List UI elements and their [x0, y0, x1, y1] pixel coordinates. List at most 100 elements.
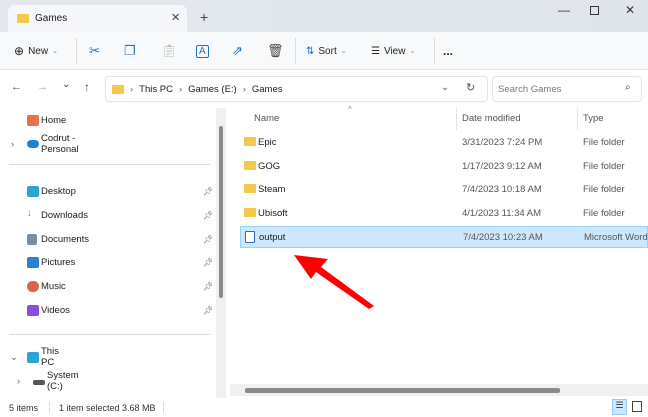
cloud-icon	[27, 140, 39, 148]
pin-icon[interactable]: 📌︎	[203, 187, 213, 196]
maximize-button[interactable]	[590, 6, 599, 15]
breadcrumb-games[interactable]: Games	[252, 84, 283, 95]
scissors-icon: ✂	[89, 43, 100, 58]
desktop-icon	[27, 185, 39, 197]
divider	[76, 38, 77, 64]
chevron-right-icon[interactable]: ›	[17, 376, 20, 387]
sort-button[interactable]: ⇅ Sort ⌄	[306, 32, 347, 70]
file-type: File folder	[583, 160, 625, 172]
refresh-icon[interactable]: ↻	[466, 81, 475, 94]
rename-icon: A	[196, 44, 209, 58]
drive-icon	[33, 380, 45, 385]
nav-scrollbar[interactable]	[216, 108, 226, 398]
nav-label: Downloads	[41, 209, 88, 221]
view-list-icon: ☰	[371, 45, 380, 57]
command-bar: ⊕ New ⌄ ✂ ❐ 📋︎ A ⇗ 🗑︎ ⇅ Sort ⌄ ☰ View ⌄ ...	[0, 32, 648, 70]
address-dropdown-icon[interactable]: ⌄	[441, 82, 449, 93]
navigation-pane: Home › Codrut - Personal Desktop 📌︎ ↓ Downl…	[0, 108, 216, 398]
pin-icon[interactable]: 📌︎	[203, 258, 213, 267]
breadcrumb-games-drive[interactable]: Games (E:)	[188, 84, 237, 95]
more-options-button[interactable]: ...	[443, 32, 453, 70]
search-icon[interactable]: ⌕	[625, 82, 631, 93]
item-count: 5 items	[9, 403, 39, 413]
annotation-arrow-shape	[294, 255, 374, 309]
divider	[434, 38, 435, 64]
new-tab-button[interactable]: +	[200, 9, 208, 25]
file-list-header: ^ Name Date modified Type	[230, 105, 648, 130]
cut-button[interactable]: ✂	[89, 32, 100, 70]
word-document-icon	[245, 231, 255, 243]
home-icon	[27, 114, 39, 126]
breadcrumb-this-pc[interactable]: This PC	[139, 84, 173, 95]
chevron-down-icon[interactable]: ⌄	[10, 352, 18, 363]
nav-label: Videos	[41, 304, 70, 316]
paste-button[interactable]: 📋︎	[161, 32, 178, 70]
file-row[interactable]: Ubisoft 4/1/2023 11:34 AM File folder	[240, 203, 648, 225]
column-header-date[interactable]: Date modified	[462, 113, 521, 124]
close-window-button[interactable]: ✕	[625, 3, 635, 17]
column-divider[interactable]	[456, 108, 457, 130]
up-button[interactable]: ↑	[84, 80, 90, 94]
column-divider[interactable]	[577, 108, 578, 130]
horizontal-scrollbar-thumb[interactable]	[245, 388, 560, 393]
back-button[interactable]: ←	[11, 81, 22, 93]
folder-icon	[244, 160, 256, 170]
nav-label: Pictures	[41, 256, 76, 268]
copy-icon: ❐	[124, 43, 136, 58]
delete-button[interactable]: 🗑︎	[267, 32, 284, 70]
download-icon: ↓	[27, 208, 32, 219]
forward-button[interactable]: →	[37, 81, 48, 93]
preview-view-button[interactable]	[632, 401, 642, 412]
folder-icon	[244, 137, 256, 146]
close-tab-icon[interactable]: ✕	[171, 11, 180, 24]
nav-label: Documents	[41, 233, 90, 245]
new-button[interactable]: ⊕ New ⌄	[14, 32, 58, 70]
sort-icon: ⇅	[306, 45, 315, 57]
videos-icon	[27, 304, 39, 316]
column-header-type[interactable]: Type	[583, 113, 604, 124]
pin-icon[interactable]: 📌︎	[203, 282, 213, 291]
minimize-button[interactable]: —	[558, 3, 570, 17]
search-input[interactable]: Search Games ⌕	[492, 76, 642, 102]
selection-size: 3.68 MB	[122, 403, 156, 413]
rename-button[interactable]: A	[196, 32, 209, 70]
address-bar[interactable]: › This PC › Games (E:) › Games ⌄ ↻	[105, 76, 488, 102]
new-label: New	[28, 45, 49, 57]
pictures-icon	[27, 256, 39, 268]
pin-icon[interactable]: 📌︎	[203, 235, 213, 244]
breadcrumb-separator: ›	[130, 83, 134, 95]
file-name: Epic	[258, 137, 277, 148]
horizontal-scrollbar[interactable]	[230, 384, 648, 396]
copy-button[interactable]: ❐	[124, 32, 136, 70]
file-date: 4/1/2023 11:34 AM	[462, 207, 542, 219]
file-row[interactable]: Steam 7/4/2023 10:18 AM File folder	[240, 179, 648, 201]
file-row[interactable]: GOG 1/17/2023 9:12 AM File folder	[240, 156, 648, 178]
nav-scrollbar-thumb[interactable]	[219, 126, 223, 298]
documents-icon	[27, 233, 37, 245]
file-date: 7/4/2023 10:18 AM	[462, 184, 542, 195]
chevron-right-icon[interactable]: ›	[11, 139, 14, 150]
trash-icon: 🗑︎	[267, 43, 284, 58]
breadcrumb-separator: ›	[178, 83, 183, 95]
file-date: 7/4/2023 10:23 AM	[463, 232, 543, 243]
tab-games[interactable]: Games ✕	[8, 5, 187, 32]
folder-icon	[244, 207, 256, 217]
breadcrumb-separator: ›	[242, 83, 246, 95]
status-bar: 5 items 1 item selected 3.68 MB ☰	[0, 398, 648, 417]
column-header-name[interactable]: Name	[254, 113, 279, 124]
file-row[interactable]: Epic 3/31/2023 7:24 PM File folder	[240, 132, 648, 154]
view-button[interactable]: ☰ View ⌄	[371, 32, 415, 70]
chevron-down-icon: ⌄	[52, 48, 58, 55]
share-button[interactable]: ⇗	[232, 32, 243, 70]
nav-label: System (C:)	[47, 370, 79, 392]
file-type: File folder	[583, 137, 625, 148]
pin-icon[interactable]: 📌︎	[203, 306, 213, 315]
chevron-down-icon: ⌄	[340, 48, 347, 55]
details-view-button[interactable]: ☰	[612, 399, 627, 415]
selection-count: 1 item selected	[59, 403, 120, 413]
recent-chevron-icon[interactable]: ⌄	[62, 79, 70, 90]
pin-icon[interactable]: 📌︎	[203, 211, 213, 220]
sort-ascending-icon: ^	[348, 105, 352, 114]
folder-icon	[112, 84, 124, 94]
nav-label: This PC	[41, 346, 59, 368]
